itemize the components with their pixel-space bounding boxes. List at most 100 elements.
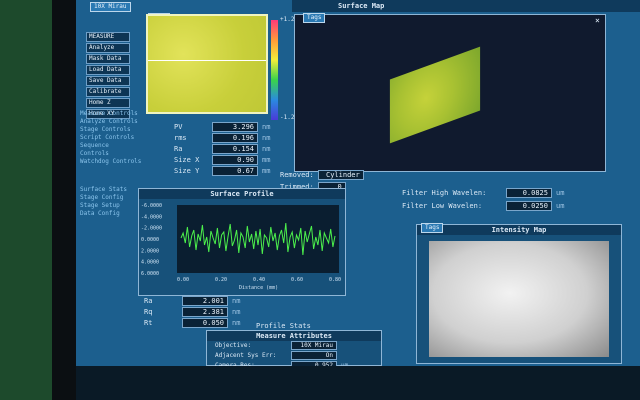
measure-row: Objective: 10X Mirau	[215, 341, 375, 350]
sidebar-button[interactable]: MEASURE	[86, 32, 130, 42]
profile-line	[148, 60, 266, 61]
y-tick-label: 0.0000	[141, 237, 159, 243]
filter-unit: um	[556, 189, 565, 197]
taskbar	[76, 366, 640, 400]
sidebar-stats: Surface Stats Stage Config Stage Setup Data…	[80, 186, 140, 218]
metric-value: 0.196	[212, 133, 258, 143]
metric-value: 0.67	[212, 166, 258, 176]
profile-row-value: 2.001	[182, 296, 228, 306]
filter-label: Filter High Wavelen:	[402, 189, 487, 197]
watchdog-controls[interactable]: Watchdog Controls	[80, 158, 141, 166]
x-tick-label: 0.20	[215, 277, 227, 283]
sidebar-controls: Measure Controls Analyze Controls Stage Co…	[80, 110, 140, 158]
removed-label: Removed:	[280, 171, 314, 179]
metric-row: rms 0.196 nm	[174, 133, 284, 143]
metrics-table: PV 3.296 nm rms 0.196 nm Ra 0.154 nm Size X 0.90 mm…	[174, 122, 284, 177]
profile-row-value: 2.381	[182, 307, 228, 317]
profile-stats-label: Profile Stats	[256, 322, 311, 330]
metric-unit: mm	[262, 156, 271, 164]
sidebar-button[interactable]: Analyze	[86, 43, 130, 53]
x-tick-label: 0.60	[291, 277, 303, 283]
removed-row: Removed: Cylinder	[280, 170, 364, 180]
x-axis-label: Distance (mm)	[239, 285, 278, 291]
3d-tag[interactable]: Tags	[303, 13, 326, 23]
intensity-map-title: Intensity Map	[417, 225, 621, 235]
metric-row: Ra 0.154 nm	[174, 144, 284, 154]
measure-value: 10X Mirau	[291, 341, 337, 350]
x-tick-label: 0.80	[329, 277, 341, 283]
metric-label: Ra	[174, 145, 183, 153]
measure-row: Adjacent Sys Err: On	[215, 351, 375, 360]
metric-unit: mm	[262, 167, 271, 175]
x-tick-label: 0.40	[253, 277, 265, 283]
profile-rows: Ra 2.001 nm Rq 2.381 nm Rt 0.050 nm	[144, 296, 344, 329]
y-tick-label: -6.0000	[141, 203, 162, 209]
profile-row-label: Rt	[144, 319, 153, 327]
metric-label: PV	[174, 123, 183, 131]
plot-area	[177, 205, 339, 273]
height-map-image	[146, 14, 268, 114]
sidebar-stats-item[interactable]: Data Config	[80, 210, 140, 218]
metric-label: Size X	[174, 156, 200, 164]
sidebar-button[interactable]: Load Data	[86, 65, 130, 75]
filter-row: Filter Low Wavelen: 0.0250 um	[402, 201, 634, 211]
metric-unit: nm	[262, 145, 271, 153]
measure-label: Objective:	[215, 342, 252, 349]
sidebar-button[interactable]: Mask Data	[86, 54, 130, 64]
objective-label: 10X Mirau	[90, 2, 131, 12]
metric-row: Size X 0.90 mm	[174, 155, 284, 165]
sidebar-button[interactable]: Calibrate	[86, 87, 130, 97]
filter-value[interactable]: 0.0250	[506, 201, 552, 211]
app-screen: 10X Mirau MEASURE Analyze Mask Data Load Da…	[76, 0, 640, 366]
metric-unit: nm	[262, 134, 271, 142]
filter-row: Filter High Wavelen: 0.0825 um	[402, 188, 634, 198]
profile-row: Ra 2.001 nm	[144, 296, 344, 306]
measure-value: On	[291, 351, 337, 360]
surface-profile-title: Surface Profile	[139, 189, 345, 199]
color-scale-bar	[271, 20, 278, 120]
metric-value: 0.90	[212, 155, 258, 165]
profile-row: Rt 0.050 nm	[144, 318, 344, 328]
surface-profile-panel: Surface Profile -6.0000 -4.0000 -2.0000 0.0…	[138, 188, 346, 296]
metric-value: 3.296	[212, 122, 258, 132]
y-tick-label: 4.0000	[141, 260, 159, 266]
profile-row-unit: nm	[232, 308, 241, 316]
sidebar-stats-item[interactable]: Stage Config	[80, 194, 140, 202]
y-tick-label: 2.0000	[141, 248, 159, 254]
measure-label: Adjacent Sys Err:	[215, 352, 277, 359]
sidebar-control-item[interactable]: Stage Controls	[80, 126, 140, 134]
intensity-map-panel: Intensity Map Tags	[416, 223, 622, 364]
sidebar-stats-item[interactable]: Stage Setup	[80, 202, 140, 210]
intensity-tag[interactable]: Tags	[421, 223, 444, 233]
y-tick-label: -2.0000	[141, 226, 162, 232]
profile-row: Rq 2.381 nm	[144, 307, 344, 317]
profile-chart: -6.0000 -4.0000 -2.0000 0.0000 2.0000 4.0000 6…	[141, 203, 341, 291]
close-icon[interactable]: ×	[595, 17, 603, 25]
metric-value: 0.154	[212, 144, 258, 154]
sidebar-control-item[interactable]: Analyze Controls	[80, 118, 140, 126]
y-tick-label: 6.0000	[141, 271, 159, 277]
metric-label: Size Y	[174, 167, 200, 175]
profile-row-unit: nm	[232, 297, 241, 305]
removed-value: Cylinder	[317, 170, 364, 180]
sidebar-button[interactable]: Home Z	[86, 98, 130, 108]
measure-attributes-panel: Measure Attributes Objective: 10X Mirau Ad…	[206, 330, 382, 366]
profile-row-label: Rq	[144, 308, 153, 316]
y-tick-label: -4.0000	[141, 214, 162, 220]
measure-rows: Objective: 10X Mirau Adjacent Sys Err: On Ca…	[215, 341, 375, 366]
sidebar-control-item[interactable]: Sequence Controls	[80, 142, 140, 158]
sidebar-button[interactable]: Save Data	[86, 76, 130, 86]
sidebar-control-item[interactable]: Measure Controls	[80, 110, 140, 118]
sidebar-stats-item[interactable]: Surface Stats	[80, 186, 140, 194]
metric-unit: nm	[262, 123, 271, 131]
3d-surface-plot	[389, 46, 481, 144]
sidebar-buttons: MEASURE Analyze Mask Data Load Data Save Dat…	[86, 32, 130, 120]
filters: Filter High Wavelen: 0.0825 um Filter Low W…	[402, 188, 634, 214]
filter-value[interactable]: 0.0825	[506, 188, 552, 198]
profile-row-unit: nm	[232, 319, 241, 327]
metric-row: Size Y 0.67 mm	[174, 166, 284, 176]
filter-label: Filter Low Wavelen:	[402, 202, 483, 210]
x-tick-label: 0.00	[177, 277, 189, 283]
sidebar-control-item[interactable]: Script Controls	[80, 134, 140, 142]
metric-row: PV 3.296 nm	[174, 122, 284, 132]
